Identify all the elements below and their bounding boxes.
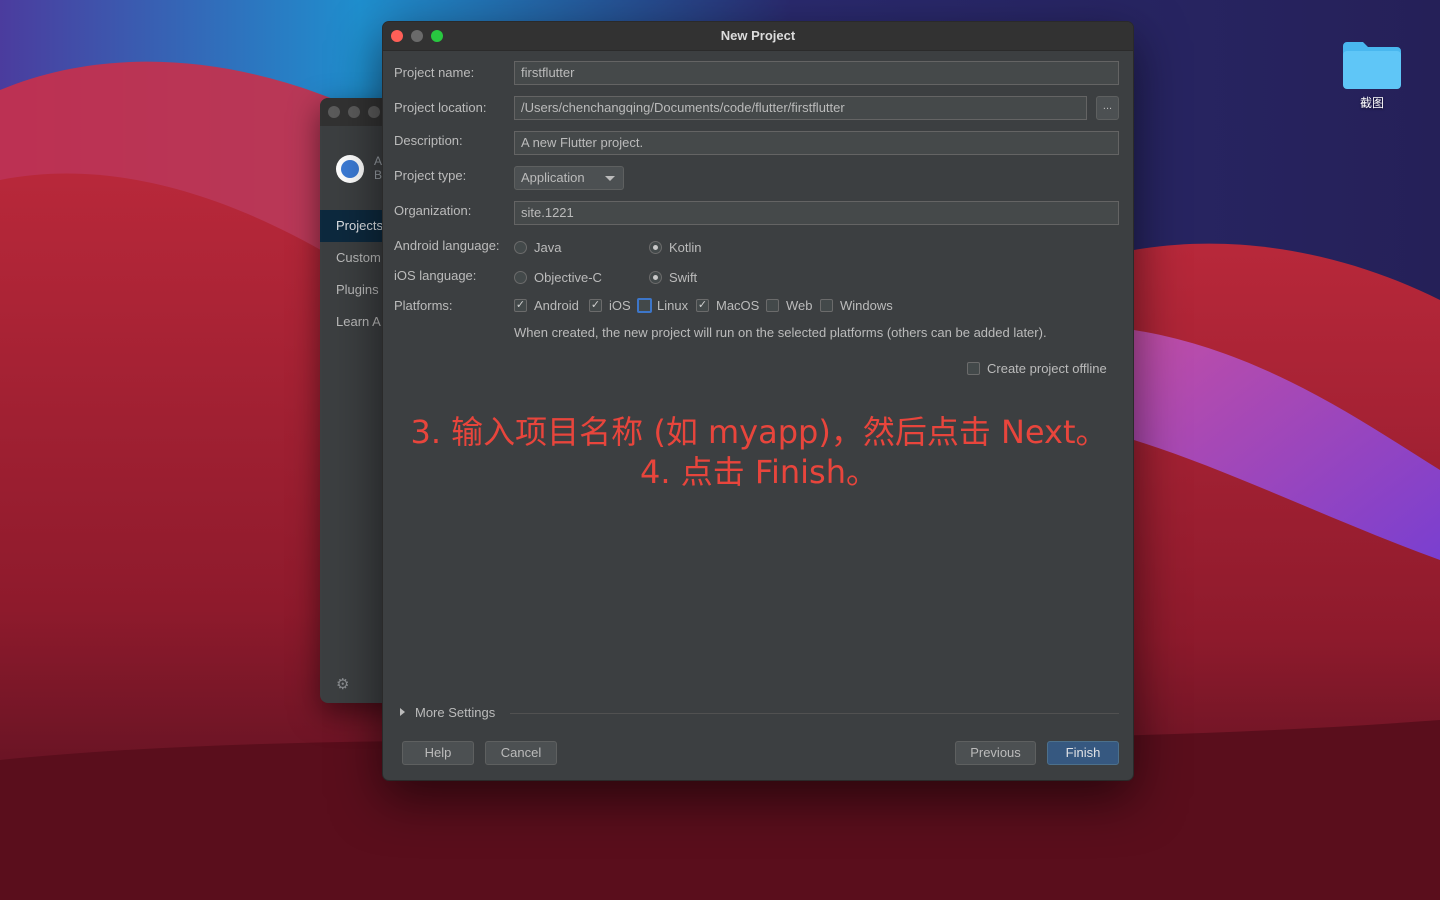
project-name-input[interactable]: firstflutter <box>514 61 1119 85</box>
folder-label: 截图 <box>1359 96 1384 110</box>
checkbox-web[interactable] <box>766 299 779 312</box>
description-label: Description: <box>394 133 463 148</box>
browse-location-button[interactable]: ... <box>1096 96 1119 120</box>
checkbox-linux-label: Linux <box>657 298 689 313</box>
divider <box>510 713 1119 714</box>
checkbox-create-offline[interactable] <box>967 362 980 375</box>
annotation-step-4: 4. 点击 Finish。 <box>640 453 878 491</box>
dialog-titlebar: New Project <box>383 22 1133 51</box>
more-settings-label: More Settings <box>415 705 496 720</box>
platforms-note: When created, the new project will run o… <box>514 325 1047 340</box>
project-location-label: Project location: <box>394 100 487 115</box>
app-logo-icon <box>336 155 364 183</box>
more-settings-toggle[interactable]: More Settings <box>400 705 495 720</box>
platforms-label: Platforms: <box>394 298 453 313</box>
checkbox-web-label: Web <box>786 298 813 313</box>
checkbox-ios-label: iOS <box>609 298 631 313</box>
maximize-icon[interactable] <box>368 106 380 118</box>
folder-icon <box>1343 42 1401 89</box>
gear-icon[interactable]: ⚙ <box>336 675 349 693</box>
checkbox-ios[interactable]: ✓ <box>589 299 602 312</box>
organization-input[interactable]: site.1221 <box>514 201 1119 225</box>
finish-button[interactable]: Finish <box>1047 741 1119 765</box>
project-type-label: Project type: <box>394 168 467 183</box>
dialog-title: New Project <box>720 28 796 43</box>
project-location-input[interactable]: /Users/chenchangqing/Documents/code/flut… <box>514 96 1087 120</box>
radio-java-label: Java <box>534 240 562 255</box>
radio-objective-c[interactable] <box>514 271 527 284</box>
radio-kotlin-label: Kotlin <box>669 240 702 255</box>
organization-label: Organization: <box>394 203 472 218</box>
annotation-step-3: 3. 输入项目名称 (如 myapp)，然后点击 Next。 <box>410 413 1108 451</box>
checkbox-android-label: Android <box>534 298 579 313</box>
radio-swift-label: Swift <box>669 270 698 285</box>
close-icon[interactable] <box>328 106 340 118</box>
checkbox-macos-label: MacOS <box>716 298 760 313</box>
minimize-icon[interactable] <box>348 106 360 118</box>
desktop-folder[interactable]: 截图 <box>1336 38 1408 111</box>
project-name-label: Project name: <box>394 65 475 80</box>
create-offline-label: Create project offline <box>987 361 1107 376</box>
checkbox-windows[interactable] <box>820 299 833 312</box>
radio-swift[interactable] <box>649 271 662 284</box>
new-project-dialog: New Project Project name: firstflutter P… <box>382 21 1134 781</box>
chevron-right-icon <box>400 708 405 716</box>
android-language-label: Android language: <box>394 238 500 253</box>
radio-objective-c-label: Objective-C <box>534 270 602 285</box>
description-input[interactable]: A new Flutter project. <box>514 131 1119 155</box>
checkbox-linux[interactable] <box>637 298 652 313</box>
help-button[interactable]: Help <box>402 741 474 765</box>
checkbox-windows-label: Windows <box>840 298 893 313</box>
cancel-button[interactable]: Cancel <box>485 741 557 765</box>
radio-kotlin[interactable] <box>649 241 662 254</box>
radio-java[interactable] <box>514 241 527 254</box>
project-type-value: Application <box>521 170 585 185</box>
app-name: A B <box>374 154 383 182</box>
chevron-down-icon <box>605 176 615 181</box>
project-type-select[interactable]: Application <box>514 166 624 190</box>
checkbox-macos[interactable]: ✓ <box>696 299 709 312</box>
checkbox-android[interactable]: ✓ <box>514 299 527 312</box>
previous-button[interactable]: Previous <box>955 741 1036 765</box>
ios-language-label: iOS language: <box>394 268 477 283</box>
